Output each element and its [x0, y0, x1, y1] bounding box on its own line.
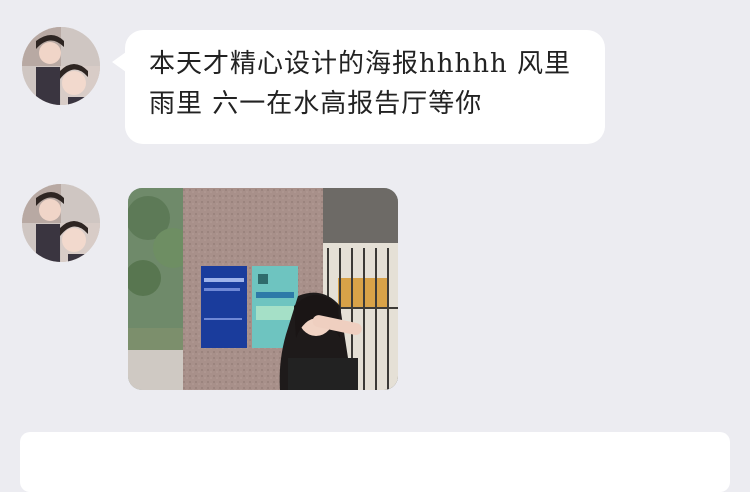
message-input-area[interactable]: [20, 432, 730, 492]
chat-conversation: 本天才精心设计的海报hhhhh 风里雨里 六一在水高报告厅等你: [0, 0, 750, 492]
message-image[interactable]: [128, 188, 398, 390]
bubble-tail: [112, 52, 126, 72]
avatar-image: [22, 27, 100, 105]
avatar[interactable]: [22, 27, 100, 105]
message-bubble[interactable]: 本天才精心设计的海报hhhhh 风里雨里 六一在水高报告厅等你: [125, 30, 605, 144]
photo-girl-with-posters: [128, 188, 398, 390]
avatar-image: [22, 184, 100, 262]
avatar[interactable]: [22, 184, 100, 262]
message-text: 本天才精心设计的海报hhhhh 风里雨里 六一在水高报告厅等你: [149, 49, 571, 119]
